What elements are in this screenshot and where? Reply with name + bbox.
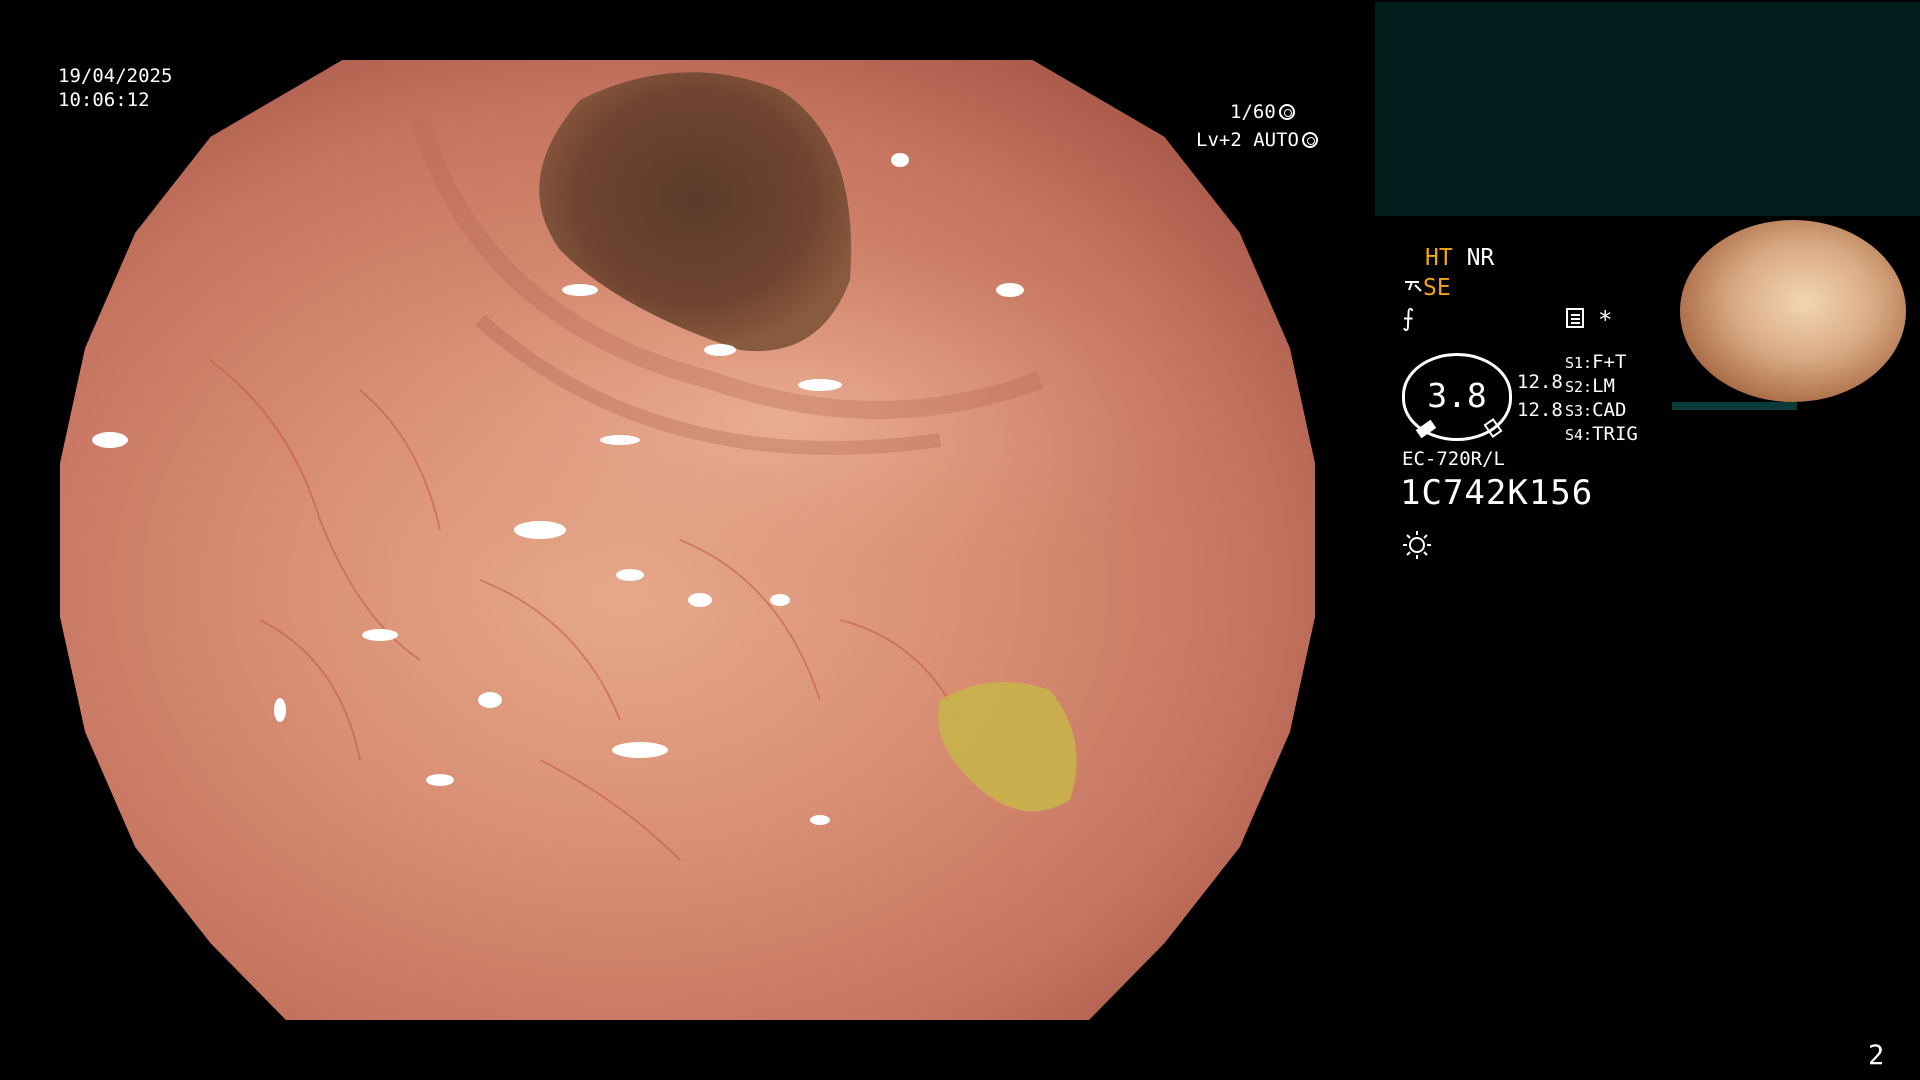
f-symbol: ⨍ (1402, 304, 1415, 332)
auto-iris-icon (1301, 132, 1318, 148)
setting-key: S2: (1565, 378, 1593, 396)
serial-number: 1C742K156 (1400, 473, 1594, 513)
aperture-icon (1278, 104, 1295, 120)
setting-key: S4: (1565, 426, 1593, 444)
shutter-speed: 1/60 (1230, 100, 1295, 125)
level-value: Lv+2 AUTO (1196, 129, 1299, 151)
endoscopy-monitor: 19/04/2025 10:06:12 1/60 Lv+2 AUTO HT NR… (0, 0, 1920, 1080)
shutter-value: 1/60 (1230, 101, 1276, 123)
setting-key: S3: (1565, 402, 1593, 420)
se-label: SE (1423, 275, 1451, 301)
ht-label: HT (1425, 245, 1453, 271)
gauge-value: 3.8 (1427, 376, 1487, 415)
brightness-icon (1403, 531, 1431, 559)
gauge-number-2: 12.8 (1517, 399, 1563, 421)
setting-value: TRIG (1592, 423, 1638, 445)
captured-thumbnail[interactable] (1670, 216, 1918, 416)
date-label: 19/04/2025 (58, 65, 173, 87)
setting-value: F+T (1592, 351, 1627, 373)
thumbnail-image (1680, 220, 1906, 402)
memory-card-icon (1566, 308, 1584, 328)
zoom-gauge: 3.8 (1402, 353, 1512, 441)
ht-nr-indicator: HT NR (1425, 243, 1494, 273)
setting-s4: S4:TRIG (1565, 422, 1638, 447)
setting-key: S1: (1565, 354, 1593, 372)
endoscopic-image (60, 60, 1315, 1020)
brightness-level: Lv+2 AUTO (1196, 128, 1318, 153)
se-indicator: SE (1403, 273, 1451, 303)
gauge-marker-right (1483, 418, 1503, 438)
setting-s3: S3:CAD (1565, 398, 1626, 423)
gauge-number-1: 12.8 (1517, 371, 1563, 393)
setting-value: LM (1592, 375, 1615, 397)
nr-label: NR (1466, 245, 1495, 271)
gauge-marker-left (1415, 419, 1437, 439)
thumbnail-bar (1672, 402, 1797, 410)
star-icon: * (1598, 306, 1613, 334)
setting-s1: S1:F+T (1565, 350, 1626, 375)
time-label: 10:06:12 (58, 89, 150, 111)
setting-value: CAD (1592, 399, 1627, 421)
setting-s2: S2:LM (1565, 374, 1615, 399)
scope-model: EC-720R/L (1402, 448, 1505, 470)
info-box (1375, 2, 1920, 216)
structure-enhancement-icon (1405, 281, 1422, 292)
page-number: 2 (1868, 1040, 1885, 1071)
